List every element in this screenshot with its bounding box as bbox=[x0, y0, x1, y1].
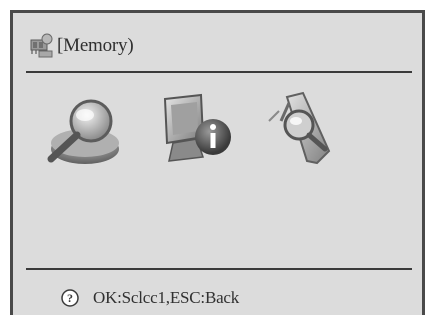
footer-hint-text: OK:Sclcc1,ESC:Back bbox=[93, 288, 240, 307]
footer-divider bbox=[26, 268, 412, 270]
dialog-header: [Memory) bbox=[27, 31, 134, 61]
memory-menu bbox=[43, 91, 363, 171]
header-divider bbox=[26, 71, 412, 73]
computer-info-icon[interactable] bbox=[151, 91, 241, 171]
diagnostic-test-icon[interactable] bbox=[259, 91, 349, 171]
memory-chip-icon bbox=[27, 32, 55, 60]
magnifier-scan-icon[interactable] bbox=[43, 91, 133, 171]
dialog-title: [Memory) bbox=[57, 35, 134, 56]
footer-hint: ? OK:Sclcc1,ESC:Back bbox=[61, 285, 239, 311]
memory-dialog: [Memory) ? OK:Sclcc1,ESC:Back bbox=[10, 10, 425, 315]
help-icon: ? bbox=[61, 289, 79, 307]
svg-text:?: ? bbox=[67, 291, 73, 305]
